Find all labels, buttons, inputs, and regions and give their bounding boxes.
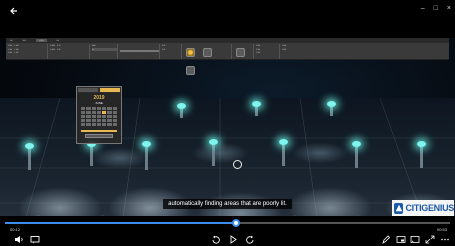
ribbon-group: ▪ ▪▪▪▪ ▪ ▪▪ ▪ ▪▪▪▪ ▪ ▪▪ [50, 44, 90, 59]
end-time: 00:53 [436, 227, 447, 232]
rewind-10-icon[interactable] [211, 235, 221, 244]
light-post [142, 141, 151, 170]
time-slider[interactable] [81, 130, 117, 132]
light-post [327, 101, 336, 116]
minimize-button[interactable]: – [421, 5, 425, 13]
layout-icon[interactable] [203, 48, 213, 57]
play-icon[interactable] [228, 235, 238, 244]
progress-thumb[interactable] [232, 219, 241, 227]
subtitle-box: automatically finding areas that are poo… [0, 192, 455, 210]
light-post [279, 139, 288, 166]
light-post [177, 103, 186, 118]
back-arrow-icon[interactable] [9, 6, 19, 16]
close-button[interactable]: × [447, 5, 451, 13]
forward-30-icon[interactable] [245, 235, 255, 244]
ribbon-tab[interactable]: ▪▪▪ [10, 39, 13, 42]
miniplayer-icon[interactable] [396, 235, 406, 244]
panel-icon[interactable] [236, 48, 245, 57]
window-controls: – □ × [421, 5, 451, 13]
pen-icon[interactable] [381, 235, 391, 244]
ribbon-group [120, 44, 160, 59]
ribbon-group: ▪▪▪▪ ▪▪ [92, 44, 118, 59]
ribbon-group: ▪ ▪▪▪ ▪ ▪▪▪ [282, 44, 287, 51]
sun-icon[interactable] [186, 48, 195, 57]
calendar-days [77, 105, 121, 128]
ribbon-group: ▪ ▪▪ ▪ ▪▪ [162, 44, 182, 59]
player-top-bar: – □ × [0, 0, 455, 22]
ribbon-tab[interactable]: ▪▪▪ [57, 39, 60, 42]
light-post [352, 141, 361, 168]
light-post [417, 141, 426, 168]
progress-fill [5, 222, 237, 224]
light-post [87, 141, 96, 166]
app-ribbon: ▪▪▪ ▪▪▪▪ ▪▪▪▪▪ ▪▪▪ ▪ ▪▪▪ ▪ ▪▪▪ ▪ ▪▪▪ ▪ ▪… [6, 38, 449, 75]
calendar-panel: 2019 JUNE [76, 86, 122, 144]
more-icon[interactable] [440, 235, 450, 244]
captions-icon[interactable] [30, 235, 40, 244]
calendar-tab[interactable] [78, 88, 98, 92]
mouse-cursor [233, 160, 242, 169]
maximize-button[interactable]: □ [434, 5, 438, 13]
logo-icon [394, 202, 404, 214]
grid-icon[interactable] [186, 66, 195, 75]
current-time: 00:12 [10, 227, 21, 232]
ribbon-group [184, 44, 232, 75]
ribbon-tabs: ▪▪▪ ▪▪▪▪ ▪▪▪▪▪ ▪▪▪ [6, 38, 449, 43]
calendar-tab-active[interactable] [100, 88, 120, 92]
light-post [209, 139, 218, 166]
ribbon-tab[interactable]: ▪▪▪▪ [23, 39, 27, 42]
ribbon-group: ▪ ▪▪▪ ▪ ▪▪▪ ▪ ▪▪▪ [256, 44, 280, 59]
ribbon-group: ▪ ▪▪▪ ▪ ▪▪▪ ▪ ▪▪▪ ▪ ▪▪▪ ▪ ▪▪▪ ▪ ▪▪▪ [8, 44, 48, 59]
subtitle-text: automatically finding areas that are poo… [163, 199, 292, 209]
app-timeline: ▪▪▪▪▪▪▪▪▪▪▪▪▪▪▪▪▪▪▪▪▪▪▪▪ [6, 215, 391, 216]
player-controls [0, 233, 455, 246]
light-post [252, 101, 261, 116]
volume-icon[interactable] [14, 235, 24, 244]
citigenius-logo: CITIGENIUS [392, 200, 454, 216]
calendar-tabs [77, 87, 121, 93]
cast-icon[interactable] [410, 235, 420, 244]
video-frame[interactable]: ▪▪▪ ▪▪▪▪ ▪▪▪▪▪ ▪▪▪ ▪ ▪▪▪ ▪ ▪▪▪ ▪ ▪▪▪ ▪ ▪… [0, 38, 455, 216]
calendar-apply-button[interactable] [85, 134, 113, 138]
logo-text: CITIGENIUS [405, 203, 454, 213]
ribbon-tab-active[interactable]: ▪▪▪▪▪ [36, 39, 47, 42]
fullscreen-icon[interactable] [425, 235, 435, 244]
progress-bar[interactable] [5, 219, 450, 227]
light-post [25, 143, 34, 170]
ribbon-group [234, 44, 254, 59]
